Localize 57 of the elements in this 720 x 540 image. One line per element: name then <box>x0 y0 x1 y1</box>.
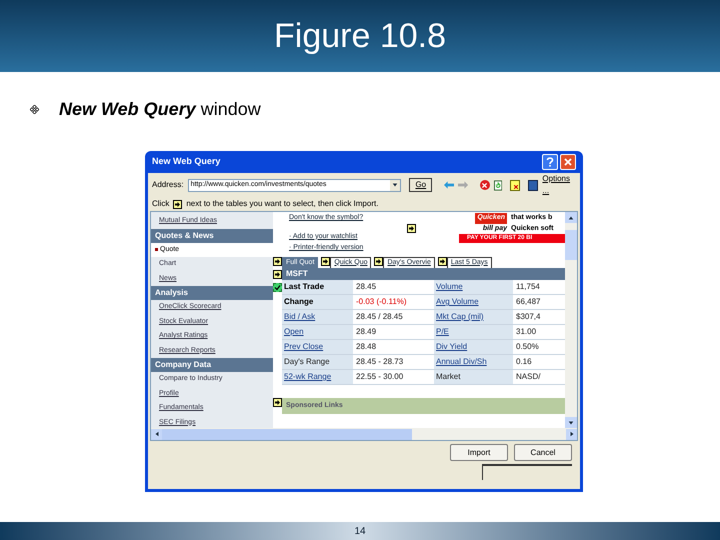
options-button[interactable]: Options ... <box>542 173 576 197</box>
table-header: MSFT <box>282 268 565 280</box>
instruction-text: Click <box>152 198 170 210</box>
table-cell: Change <box>282 295 354 309</box>
table-cell: Day's Range <box>282 355 354 369</box>
table-cell[interactable]: Open <box>282 325 354 339</box>
scrollbar-thumb[interactable] <box>565 230 577 260</box>
close-button[interactable] <box>560 154 576 170</box>
table-cell[interactable]: Bid / Ask <box>282 310 354 324</box>
arrow-marker-icon[interactable] <box>406 224 416 233</box>
arrow-marker-icon[interactable] <box>321 256 330 266</box>
window-title: New Web Query <box>152 155 220 168</box>
check-marker-icon[interactable] <box>273 283 282 292</box>
stop-icon[interactable] <box>480 180 490 190</box>
hide-icons-icon[interactable] <box>510 180 520 190</box>
table-cell[interactable]: P/E <box>434 325 514 339</box>
arrow-marker-icon[interactable] <box>438 256 447 266</box>
bullet-text: New Web Query window <box>59 98 261 121</box>
help-button[interactable] <box>542 154 558 170</box>
table-cell[interactable]: Div Yield <box>434 340 514 354</box>
table-cell: Last Trade <box>282 280 354 294</box>
sidebar-section-header: Company Data <box>151 358 273 372</box>
go-button[interactable]: Go <box>409 178 432 192</box>
sidebar-section-header: Quotes & News <box>151 228 273 242</box>
arrow-marker-icon[interactable] <box>273 270 282 279</box>
table-cell: Market <box>434 370 514 384</box>
arrow-marker-icon[interactable] <box>273 256 282 266</box>
table-cell[interactable]: Prev Close <box>282 340 354 354</box>
scroll-up-icon[interactable] <box>565 212 577 223</box>
bullet-icon <box>30 105 39 114</box>
refresh-icon[interactable] <box>494 180 502 190</box>
arrow-marker-icon[interactable] <box>173 200 182 208</box>
table-cell[interactable]: Avg Volume <box>434 295 514 309</box>
instruction-text: next to the tables you want to select, then click Import. <box>186 198 378 210</box>
horizontal-scrollbar[interactable] <box>151 428 577 440</box>
table-cell[interactable]: 52-wk Range <box>282 370 354 384</box>
arrow-marker-icon[interactable] <box>374 256 384 266</box>
question-mark-icon <box>546 157 554 167</box>
table-cell[interactable]: Mkt Cap (mil) <box>434 310 514 324</box>
arrow-marker-icon[interactable] <box>273 398 282 407</box>
table-cell[interactable]: Annual Div/Sh <box>434 355 514 369</box>
address-label: Address: <box>152 179 184 191</box>
table-cell[interactable]: Volume <box>434 280 514 294</box>
page-number: 14 <box>354 524 366 538</box>
dialog-button[interactable]: Cancel <box>514 444 572 461</box>
scroll-right-icon[interactable] <box>566 428 577 440</box>
back-arrow-icon[interactable] <box>444 181 454 189</box>
scrollbar-thumb[interactable] <box>162 428 412 440</box>
scroll-left-icon[interactable] <box>151 428 162 440</box>
dialog-button[interactable]: Import <box>450 444 508 461</box>
scroll-down-icon[interactable] <box>565 417 577 428</box>
close-icon <box>563 157 573 167</box>
bullet-icon <box>155 248 158 252</box>
save-query-icon[interactable] <box>528 180 538 190</box>
sidebar-section-header: Analysis <box>151 286 273 300</box>
slide-title: Figure 10.8 <box>274 16 446 56</box>
vertical-scrollbar[interactable] <box>565 212 577 428</box>
